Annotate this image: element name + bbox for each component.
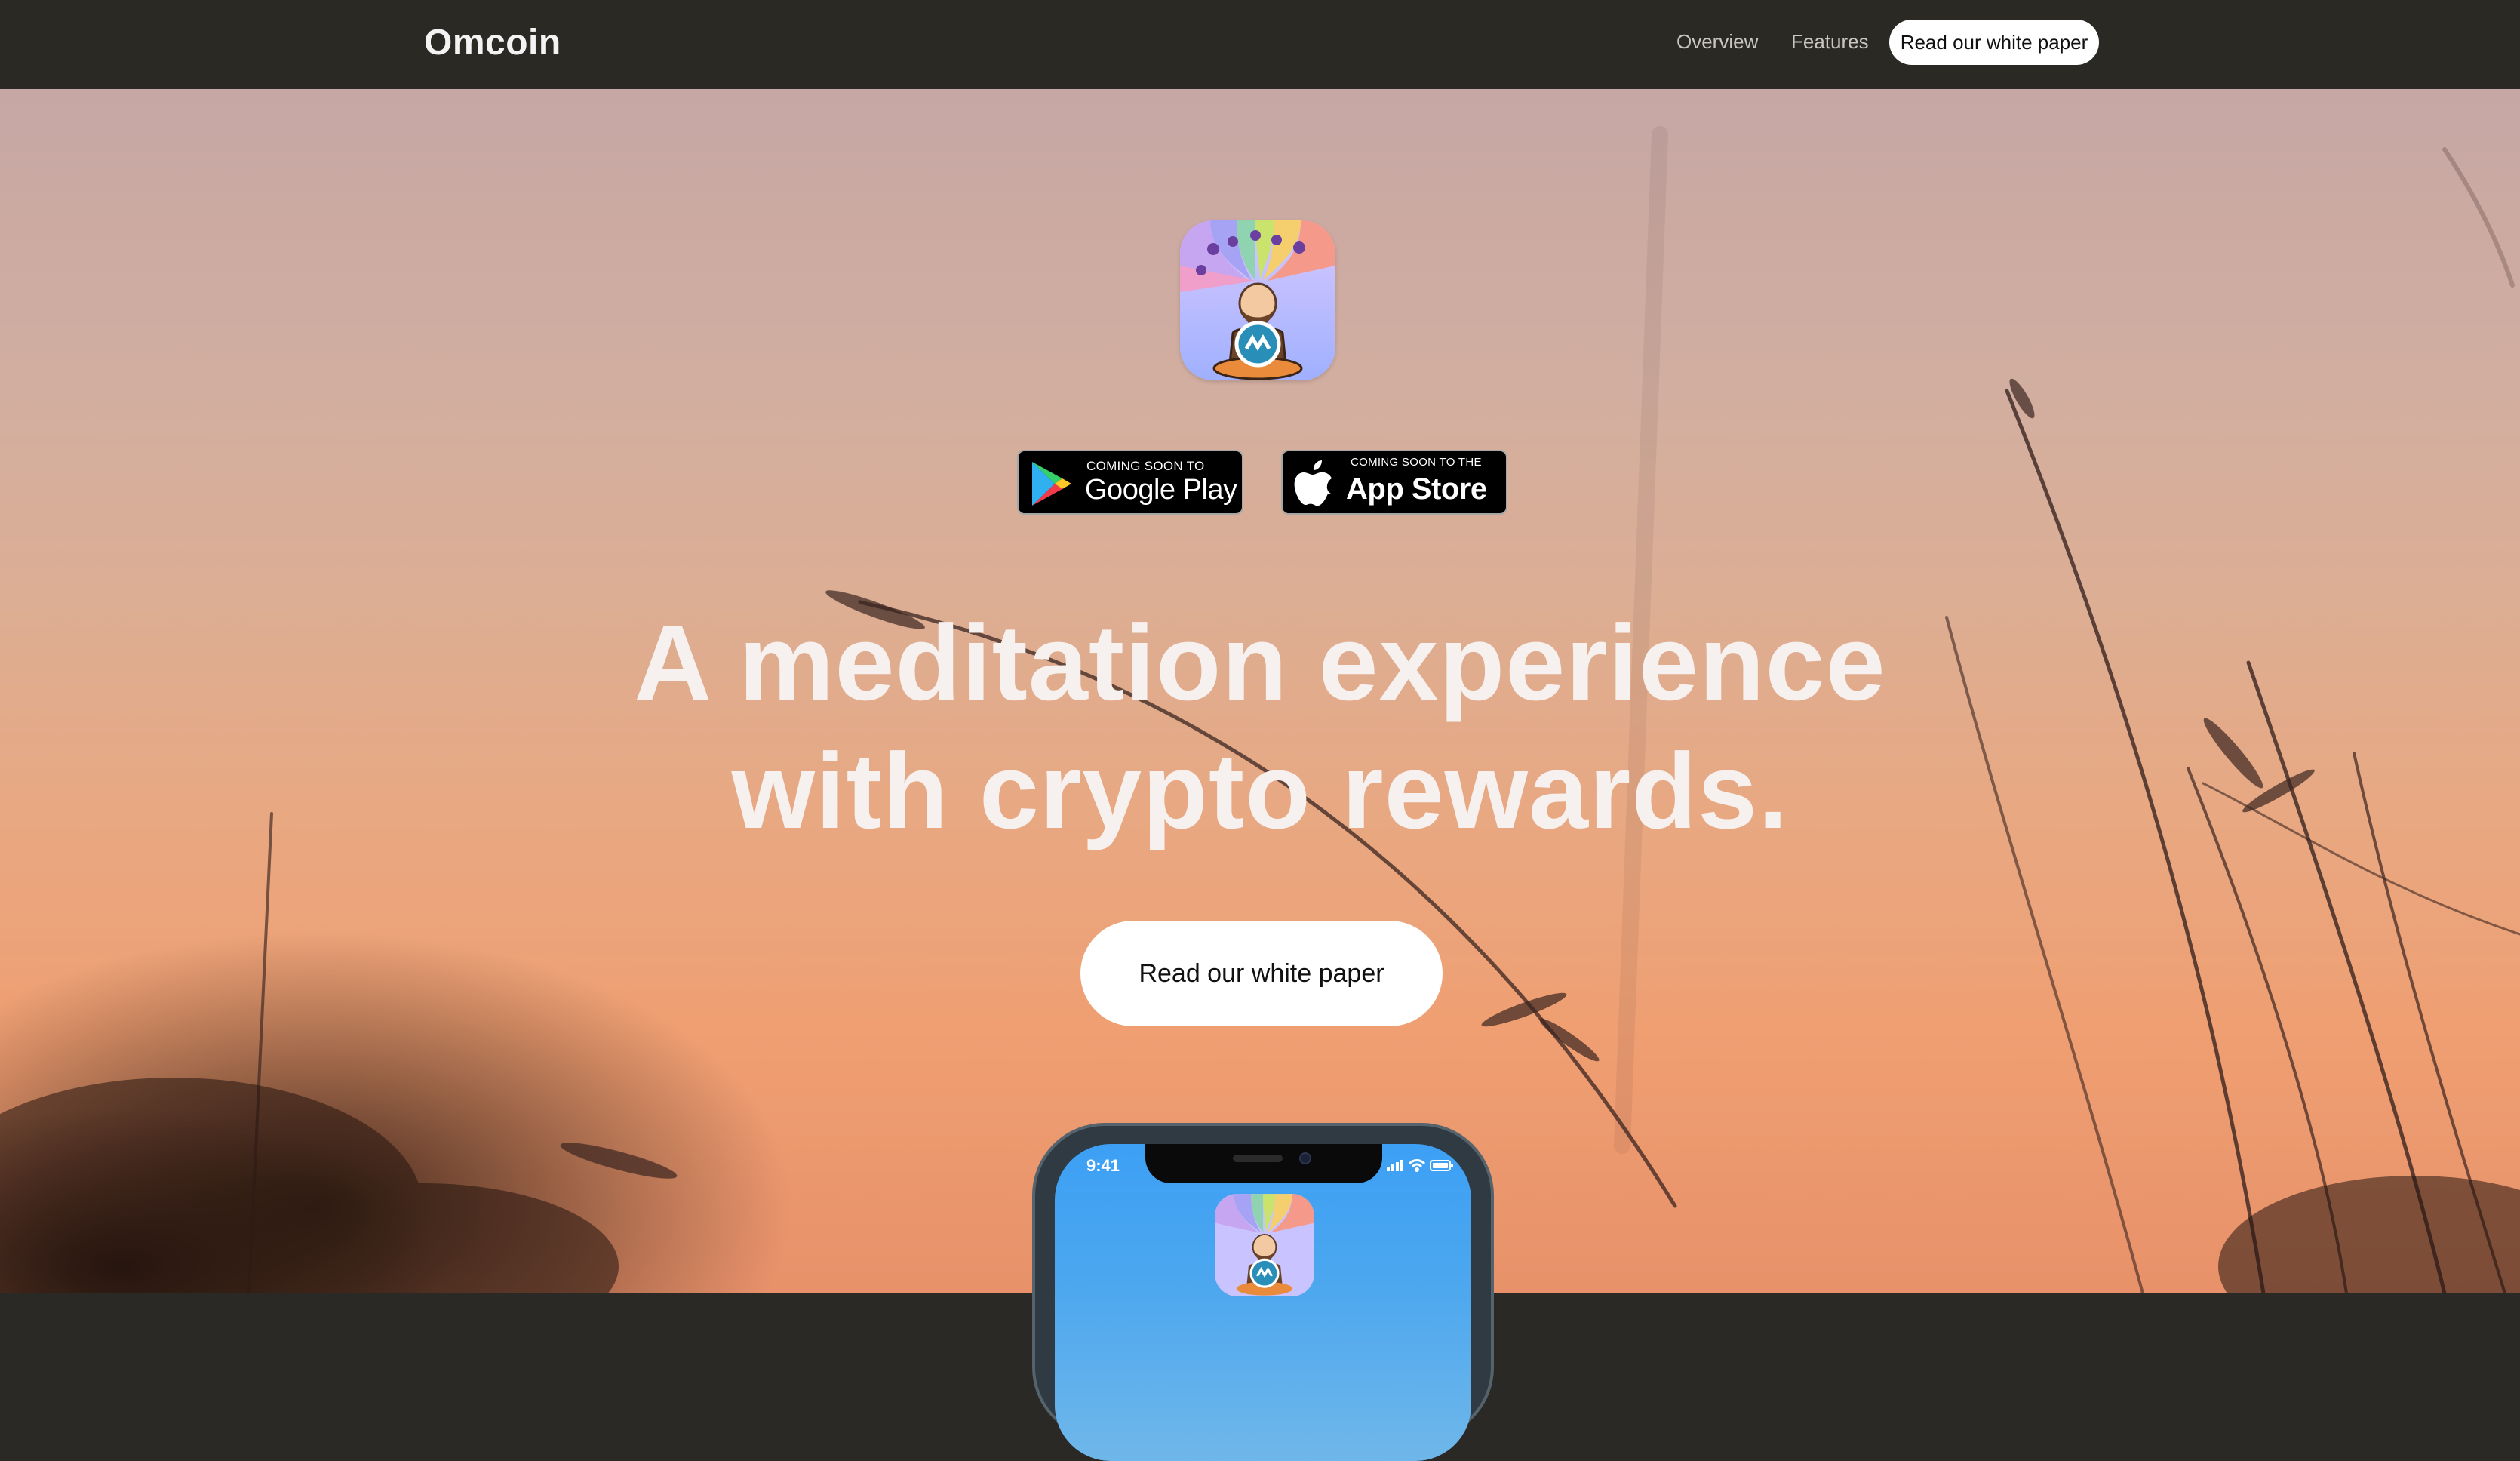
- hero-headline-line-2: with crypto rewards.: [731, 731, 1789, 851]
- nav-link-features[interactable]: Features: [1791, 23, 1869, 60]
- apple-icon: [1294, 460, 1332, 506]
- nav-link-overview[interactable]: Overview: [1676, 23, 1758, 60]
- phone-time: 9:41: [1086, 1156, 1120, 1175]
- status-icons: [1387, 1159, 1453, 1172]
- google-play-badge[interactable]: COMING SOON TO Google Play: [1017, 450, 1243, 515]
- phone-notch: [1145, 1144, 1382, 1183]
- hero-headline-line-1: A meditation experience: [634, 603, 1886, 723]
- phone-mockup: 9:41: [1032, 1123, 1494, 1461]
- google-play-icon: [1032, 462, 1071, 506]
- hero-section: COMING SOON TO Google Play COMING SOON T…: [0, 89, 2520, 1293]
- speaker-grille: [1233, 1155, 1283, 1162]
- battery-icon: [1430, 1160, 1453, 1171]
- app-store-small-text: COMING SOON TO THE: [1351, 456, 1482, 469]
- brand-logo[interactable]: Omcoin: [424, 17, 561, 69]
- signal-icon: [1387, 1160, 1403, 1171]
- hero-headline: A meditation experience with crypto rewa…: [506, 599, 2014, 856]
- wifi-icon: [1408, 1159, 1426, 1172]
- nav-white-paper-button[interactable]: Read our white paper: [1889, 20, 2099, 65]
- navbar: Omcoin Overview Features Read our white …: [0, 0, 2520, 89]
- hero-white-paper-button[interactable]: Read our white paper: [1080, 921, 1443, 1026]
- google-play-small-text: COMING SOON TO: [1086, 459, 1205, 473]
- app-store-label: App Store: [1346, 472, 1487, 506]
- phone-omcoin-app-icon: [1215, 1194, 1314, 1296]
- omcoin-app-icon: [1180, 220, 1335, 380]
- phone-screen: 9:41: [1055, 1144, 1471, 1461]
- google-play-label: Google Play: [1085, 474, 1237, 506]
- app-store-badge[interactable]: COMING SOON TO THE App Store: [1281, 450, 1507, 515]
- camera-icon: [1299, 1152, 1311, 1164]
